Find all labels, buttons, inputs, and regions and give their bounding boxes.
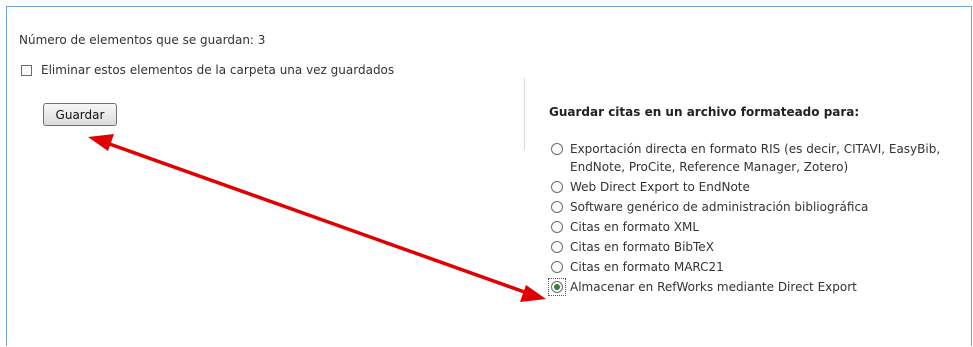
format-heading: Guardar citas en un archivo formateado p… <box>549 105 860 119</box>
radio-button-selected[interactable] <box>551 281 563 293</box>
radio-button[interactable] <box>551 221 563 233</box>
format-option-xml[interactable]: Citas en formato XML <box>549 218 969 236</box>
radio-button[interactable] <box>551 181 563 193</box>
option-label[interactable]: Web Direct Export to EndNote <box>570 180 750 194</box>
radio-button[interactable] <box>551 261 563 273</box>
option-label[interactable]: Exportación directa en formato RIS (es d… <box>570 142 940 174</box>
radio-button[interactable] <box>551 143 563 155</box>
option-label[interactable]: Citas en formato MARC21 <box>570 260 724 274</box>
column-divider <box>524 78 525 150</box>
radio-button[interactable] <box>551 201 563 213</box>
format-options: Exportación directa en formato RIS (es d… <box>548 140 969 296</box>
format-option-bibtex[interactable]: Citas en formato BibTeX <box>549 238 969 256</box>
format-option-endnote-web[interactable]: Web Direct Export to EndNote <box>549 178 969 196</box>
option-label[interactable]: Citas en formato BibTeX <box>570 240 714 254</box>
option-label[interactable]: Almacenar en RefWorks mediante Direct Ex… <box>570 280 857 294</box>
format-option-marc21[interactable]: Citas en formato MARC21 <box>549 258 969 276</box>
option-label[interactable]: Software genérico de administración bibl… <box>570 200 868 214</box>
remove-items-label[interactable]: Eliminar estos elementos de la carpeta u… <box>41 63 394 77</box>
save-button[interactable]: Guardar <box>43 103 117 126</box>
remove-items-row[interactable]: Eliminar estos elementos de la carpeta u… <box>21 63 394 77</box>
remove-items-checkbox[interactable] <box>21 64 32 76</box>
format-option-ris[interactable]: Exportación directa en formato RIS (es d… <box>549 140 969 176</box>
option-label[interactable]: Citas en formato XML <box>570 220 699 234</box>
radio-button[interactable] <box>551 241 563 253</box>
format-option-generic-software[interactable]: Software genérico de administración bibl… <box>549 198 969 216</box>
format-option-refworks[interactable]: Almacenar en RefWorks mediante Direct Ex… <box>548 278 969 296</box>
format-panel: Guardar citas en un archivo formateado p… <box>548 105 969 298</box>
items-count-text: Número de elementos que se guardan: 3 <box>19 33 266 47</box>
